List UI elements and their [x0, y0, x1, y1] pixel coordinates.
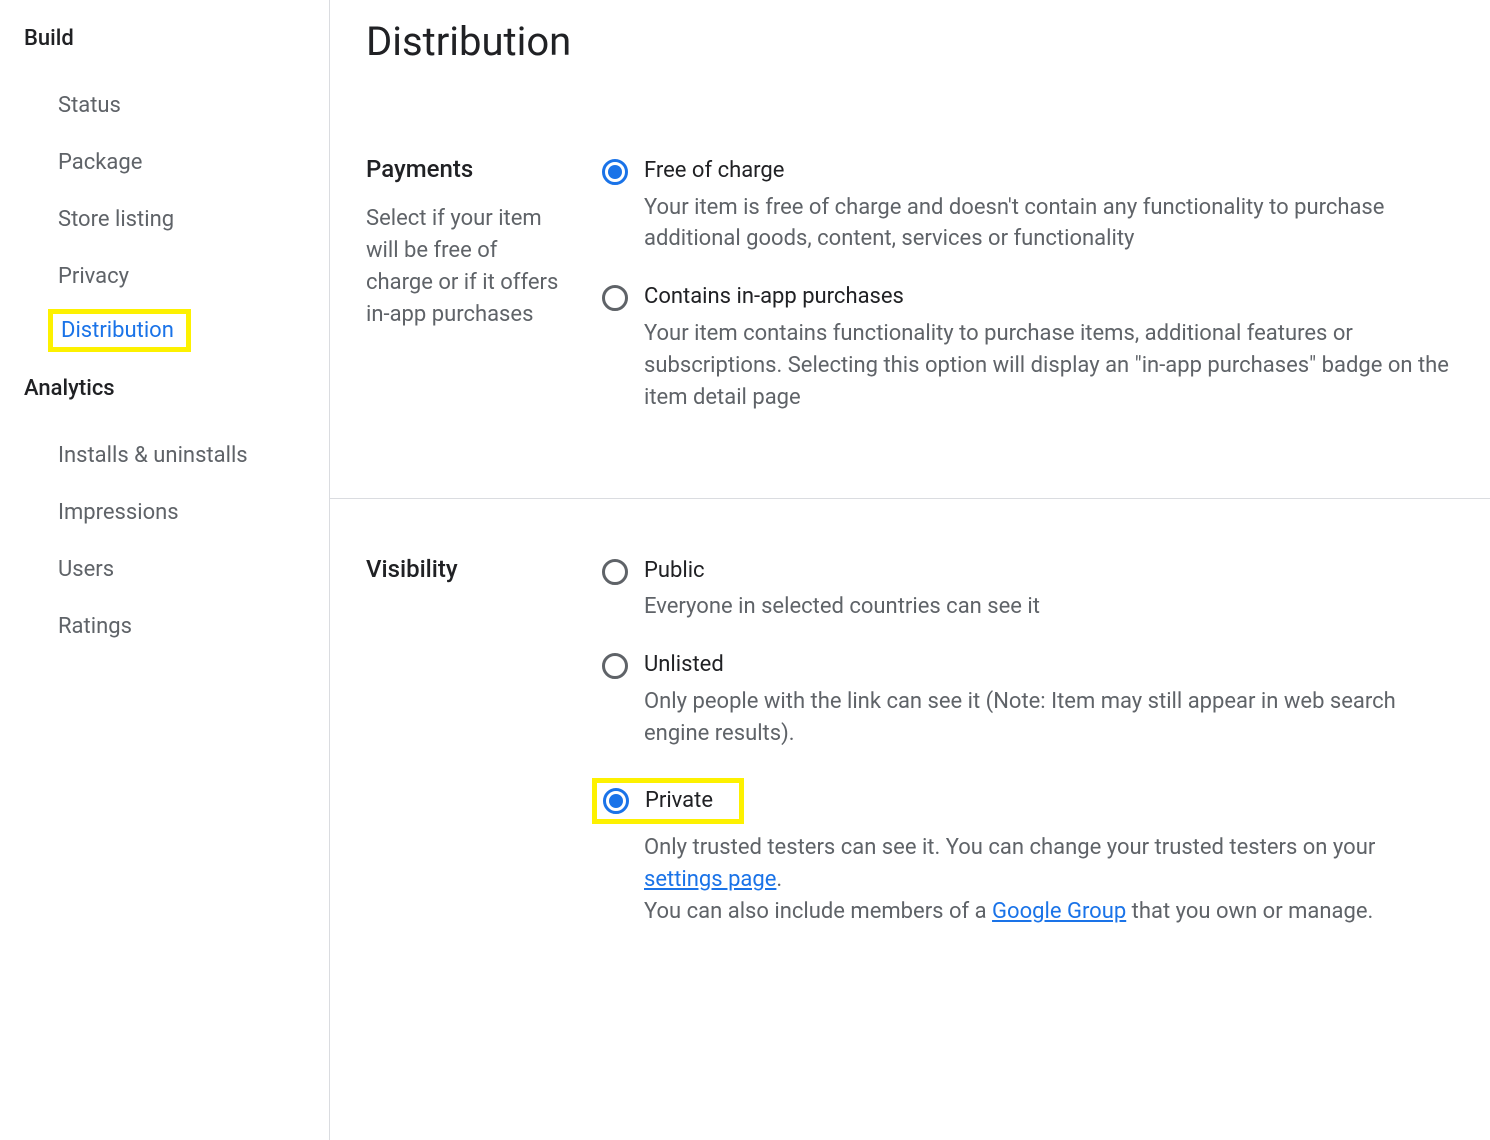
radio-row-free: Free of charge Your item is free of char… [602, 157, 1454, 255]
sidebar-heading-build: Build [24, 26, 329, 51]
radio-row-unlisted: Unlisted Only people with the link can s… [602, 651, 1454, 749]
radio-unlisted-desc: Only people with the link can see it (No… [644, 686, 1454, 750]
sidebar-item-users[interactable]: Users [58, 541, 329, 598]
sidebar: Build Status Package Store listing Priva… [0, 0, 330, 1140]
sidebar-item-distribution[interactable]: Distribution [61, 318, 174, 343]
sidebar-item-package[interactable]: Package [58, 134, 329, 191]
radio-private-label: Private [645, 787, 713, 816]
visibility-section: Visibility Public Everyone in selected c… [366, 499, 1454, 1012]
sidebar-item-impressions[interactable]: Impressions [58, 484, 329, 541]
page-title: Distribution [366, 18, 1454, 65]
payments-subtext: Select if your item will be free of char… [366, 203, 566, 331]
private-desc-part4: that you own or manage. [1126, 899, 1373, 924]
payments-section: Payments Select if your item will be fre… [330, 155, 1490, 499]
private-desc-part3: You can also include members of a [644, 899, 992, 924]
highlight-distribution: Distribution [48, 309, 191, 352]
highlight-private: Private [592, 778, 744, 825]
private-desc-part2: . [776, 867, 782, 892]
radio-unlisted-label: Unlisted [644, 651, 1454, 680]
sidebar-item-status[interactable]: Status [58, 77, 329, 134]
radio-free-desc: Your item is free of charge and doesn't … [644, 192, 1454, 256]
radio-row-iap: Contains in-app purchases Your item cont… [602, 283, 1454, 413]
radio-row-public: Public Everyone in selected countries ca… [602, 557, 1454, 623]
radio-row-private: Private Only trusted testers can see it.… [602, 778, 1454, 928]
radio-public-label: Public [644, 557, 1454, 586]
main-content: Distribution Payments Select if your ite… [330, 0, 1490, 1140]
radio-iap[interactable] [602, 285, 628, 311]
radio-iap-label: Contains in-app purchases [644, 283, 1454, 312]
radio-iap-desc: Your item contains functionality to purc… [644, 318, 1454, 414]
private-desc-part1: Only trusted testers can see it. You can… [644, 835, 1375, 860]
google-group-link[interactable]: Google Group [992, 899, 1126, 924]
sidebar-heading-analytics: Analytics [24, 376, 329, 401]
sidebar-item-store-listing[interactable]: Store listing [58, 191, 329, 248]
radio-public[interactable] [602, 559, 628, 585]
sidebar-item-privacy[interactable]: Privacy [58, 248, 329, 305]
visibility-heading: Visibility [366, 555, 566, 583]
payments-heading: Payments [366, 155, 566, 183]
radio-free[interactable] [602, 159, 628, 185]
radio-private[interactable] [603, 788, 629, 814]
settings-page-link[interactable]: settings page [644, 867, 776, 892]
sidebar-item-installs[interactable]: Installs & uninstalls [58, 427, 329, 484]
sidebar-item-ratings[interactable]: Ratings [58, 598, 329, 655]
radio-unlisted[interactable] [602, 653, 628, 679]
radio-free-label: Free of charge [644, 157, 1454, 186]
radio-private-desc: Only trusted testers can see it. You can… [644, 832, 1454, 928]
radio-public-desc: Everyone in selected countries can see i… [644, 591, 1454, 623]
